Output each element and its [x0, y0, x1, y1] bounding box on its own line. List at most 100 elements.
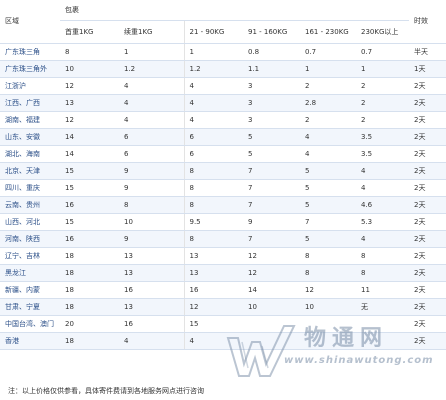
cell-additional-kg: 9	[119, 162, 184, 180]
cell-first-kg: 20	[60, 315, 119, 333]
cell-21-90kg: 1	[183, 43, 243, 61]
table-row: 河南、陕西 16 9 8 7 5 4 2天	[0, 230, 446, 248]
cell-21-90kg: 13	[183, 264, 243, 282]
cell-timeliness: 1天	[409, 60, 446, 78]
cell-230kg-plus: 无	[356, 298, 409, 316]
table-row: 广东珠三角 8 1 1 0.8 0.7 0.7 半天	[0, 43, 446, 61]
rate-table-body: 广东珠三角 8 1 1 0.8 0.7 0.7 半天 广东珠三角外 10 1.2 1.2 1.1 1 1 1天…	[0, 43, 446, 350]
cell-230kg-plus: 3.5	[356, 128, 409, 146]
header-first-kg: 首重1KG	[60, 20, 119, 44]
cell-91-160kg: 3	[243, 94, 300, 112]
cell-21-90kg: 8	[183, 196, 243, 214]
header-row-top: 区域 包裹 时效	[0, 0, 446, 44]
header-230kg-plus: 230KG以上	[356, 20, 409, 44]
cell-timeliness: 2天	[409, 111, 446, 129]
header-weight-group-spacer	[184, 0, 409, 21]
cell-additional-kg: 13	[119, 247, 184, 265]
table-row: 四川、重庆 15 9 8 7 5 4 2天	[0, 179, 446, 197]
cell-additional-kg: 8	[119, 196, 184, 214]
cell-zone: 北京、天津	[0, 162, 60, 180]
header-region: 区域	[0, 0, 60, 44]
cell-91-160kg: 3	[243, 111, 300, 129]
cell-161-230kg	[300, 332, 356, 350]
cell-timeliness: 2天	[409, 213, 446, 231]
table-row: 北京、天津 15 9 8 7 5 4 2天	[0, 162, 446, 180]
cell-first-kg: 12	[60, 77, 119, 95]
cell-first-kg: 18	[60, 247, 119, 265]
cell-21-90kg: 4	[183, 77, 243, 95]
cell-21-90kg: 9.5	[183, 213, 243, 231]
table-row: 江西、广西 13 4 4 3 2.8 2 2天	[0, 94, 446, 112]
cell-21-90kg: 4	[183, 94, 243, 112]
cell-zone: 新疆、内蒙	[0, 281, 60, 299]
cell-161-230kg: 4	[300, 145, 356, 163]
table-row: 中国台湾、澳门 20 16 15 2天	[0, 315, 446, 333]
cell-additional-kg: 9	[119, 230, 184, 248]
cell-161-230kg: 10	[300, 298, 356, 316]
cell-91-160kg: 12	[243, 247, 300, 265]
cell-161-230kg: 7	[300, 213, 356, 231]
cell-161-230kg: 12	[300, 281, 356, 299]
cell-timeliness: 2天	[409, 315, 446, 333]
cell-timeliness: 2天	[409, 128, 446, 146]
cell-21-90kg: 8	[183, 230, 243, 248]
cell-91-160kg: 14	[243, 281, 300, 299]
cell-21-90kg: 13	[183, 247, 243, 265]
cell-zone: 江西、广西	[0, 94, 60, 112]
cell-zone: 湖南、福建	[0, 111, 60, 129]
cell-first-kg: 8	[60, 43, 119, 61]
cell-91-160kg: 7	[243, 230, 300, 248]
cell-161-230kg: 5	[300, 230, 356, 248]
cell-first-kg: 10	[60, 60, 119, 78]
cell-230kg-plus: 2	[356, 77, 409, 95]
cell-timeliness: 2天	[409, 179, 446, 197]
table-row: 黑龙江 18 13 13 12 8 8 2天	[0, 264, 446, 282]
cell-161-230kg: 1	[300, 60, 356, 78]
cell-additional-kg: 16	[119, 281, 184, 299]
cell-first-kg: 15	[60, 162, 119, 180]
cell-91-160kg: 12	[243, 264, 300, 282]
cell-161-230kg: 2	[300, 77, 356, 95]
cell-zone: 湖北、海南	[0, 145, 60, 163]
cell-timeliness: 2天	[409, 196, 446, 214]
cell-21-90kg: 16	[183, 281, 243, 299]
cell-zone: 四川、重庆	[0, 179, 60, 197]
table-row: 山西、河北 15 10 9.5 9 7 5.3 2天	[0, 213, 446, 231]
cell-zone: 广东珠三角	[0, 43, 60, 61]
table-row: 香港 18 4 4 2天	[0, 332, 446, 350]
cell-230kg-plus: 4.6	[356, 196, 409, 214]
cell-first-kg: 14	[60, 145, 119, 163]
cell-first-kg: 13	[60, 94, 119, 112]
cell-21-90kg: 12	[183, 298, 243, 316]
cell-230kg-plus: 8	[356, 264, 409, 282]
cell-first-kg: 12	[60, 111, 119, 129]
cell-zone: 河南、陕西	[0, 230, 60, 248]
cell-91-160kg: 7	[243, 162, 300, 180]
cell-21-90kg: 4	[183, 111, 243, 129]
rate-table: 区域 包裹 时效 首重1KG 续重1KG 21 - 90KG 91 - 160K…	[0, 0, 446, 350]
cell-zone: 云南、贵州	[0, 196, 60, 214]
cell-161-230kg: 5	[300, 179, 356, 197]
cell-91-160kg: 0.8	[243, 43, 300, 61]
cell-timeliness: 2天	[409, 264, 446, 282]
cell-additional-kg: 6	[119, 145, 184, 163]
header-row-bottom: 首重1KG 续重1KG 21 - 90KG 91 - 160KG 161 - 2…	[0, 20, 446, 44]
cell-91-160kg	[243, 315, 300, 333]
cell-230kg-plus: 4	[356, 162, 409, 180]
cell-161-230kg: 8	[300, 264, 356, 282]
cell-timeliness: 2天	[409, 281, 446, 299]
cell-91-160kg: 9	[243, 213, 300, 231]
cell-zone: 山西、河北	[0, 213, 60, 231]
cell-161-230kg: 2	[300, 111, 356, 129]
cell-21-90kg: 4	[183, 332, 243, 350]
table-row: 甘肃、宁夏 18 13 12 10 10 无 2天	[0, 298, 446, 316]
cell-230kg-plus: 4	[356, 179, 409, 197]
cell-21-90kg: 8	[183, 179, 243, 197]
cell-first-kg: 18	[60, 332, 119, 350]
cell-230kg-plus	[356, 332, 409, 350]
cell-first-kg: 16	[60, 196, 119, 214]
cell-161-230kg: 4	[300, 128, 356, 146]
cell-230kg-plus	[356, 315, 409, 333]
cell-first-kg: 15	[60, 213, 119, 231]
cell-additional-kg: 1.2	[119, 60, 184, 78]
